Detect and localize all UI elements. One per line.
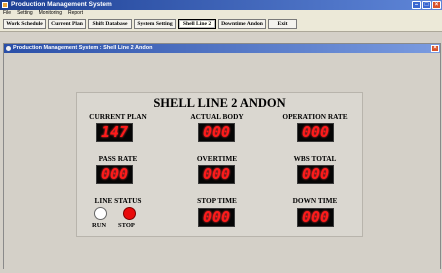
bottom-border: [0, 269, 442, 273]
andon-child-window: Production Management System : Shell Lin…: [3, 43, 441, 271]
andon-panel: SHELL LINE 2 ANDON CURRENT PLAN 147 ACTU…: [76, 92, 363, 237]
operation-rate-display: 000: [297, 123, 334, 142]
current-plan-button[interactable]: Current Plan: [48, 19, 86, 29]
app-title-bar: Production Management System – □ ×: [0, 0, 442, 10]
operation-rate-label: OPERATION RATE: [282, 112, 348, 121]
maximize-icon[interactable]: □: [422, 1, 431, 9]
app-title: Production Management System: [11, 1, 112, 8]
toolbar: Work Schedule Current Plan Shift Databas…: [0, 17, 442, 32]
actual-body-label: ACTUAL BODY: [190, 112, 244, 121]
menu-bar: File Setting Monitoring Report: [0, 10, 442, 17]
run-label: RUN: [92, 222, 107, 229]
child-window-title: Production Management System : Shell Lin…: [13, 45, 153, 51]
child-close-icon[interactable]: ×: [431, 45, 439, 52]
wbs-total-display: 000: [297, 165, 334, 184]
current-plan-display: 147: [96, 123, 133, 142]
stop-time-display: 000: [198, 208, 235, 227]
stop-time-label: STOP TIME: [197, 196, 237, 205]
downtime-andon-button[interactable]: Downtime Andon: [218, 19, 266, 29]
pass-rate-label: PASS RATE: [98, 154, 138, 163]
menu-setting[interactable]: Setting: [17, 10, 33, 16]
menu-monitoring[interactable]: Monitoring: [39, 10, 62, 16]
work-schedule-button[interactable]: Work Schedule: [3, 19, 46, 29]
actual-body-display: 000: [198, 123, 235, 142]
pass-rate-display: 000: [96, 165, 133, 184]
line-status-label: LINE STATUS: [94, 196, 142, 205]
minimize-icon[interactable]: –: [412, 1, 421, 9]
run-lamp-icon: [94, 207, 107, 220]
child-window-title-bar: Production Management System : Shell Lin…: [4, 44, 440, 53]
down-time-display: 000: [297, 208, 334, 227]
exit-button[interactable]: Exit: [268, 19, 297, 29]
overtime-label: OVERTIME: [196, 154, 238, 163]
window-icon: [6, 46, 11, 51]
andon-title: SHELL LINE 2 ANDON: [153, 96, 286, 110]
shell-line-2-button[interactable]: Shell Line 2: [178, 19, 216, 29]
current-plan-label: CURRENT PLAN: [89, 112, 147, 121]
menu-file[interactable]: File: [3, 10, 11, 16]
down-time-label: DOWN TIME: [292, 196, 338, 205]
system-setting-button[interactable]: System Setting: [134, 19, 176, 29]
shift-database-button[interactable]: Shift Database: [88, 19, 132, 29]
menu-report[interactable]: Report: [68, 10, 83, 16]
wbs-total-label: WBS TOTAL: [293, 154, 337, 163]
app-icon: [2, 2, 8, 8]
window-controls: – □ ×: [412, 1, 441, 9]
close-icon[interactable]: ×: [432, 1, 441, 9]
stop-lamp-icon: [123, 207, 136, 220]
stop-label: STOP: [118, 222, 135, 229]
overtime-display: 000: [198, 165, 235, 184]
